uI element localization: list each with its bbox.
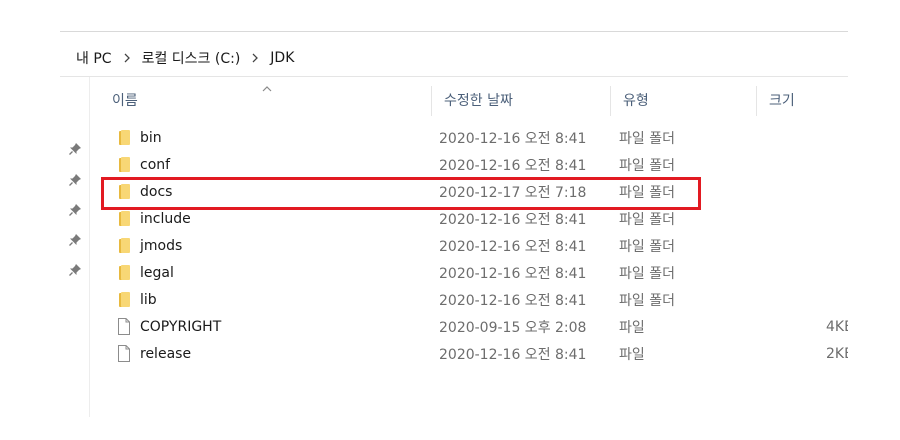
file-type: 파일 폴더 [619, 157, 675, 174]
breadcrumb-item-local-disk[interactable]: 로컬 디스크 (C:) [140, 48, 243, 68]
file-name: lib [140, 291, 157, 308]
file-date: 2020-09-15 오후 2:08 [439, 319, 587, 336]
file-type: 파일 [619, 346, 645, 363]
breadcrumb-item-this-pc[interactable]: 내 PC [74, 48, 114, 68]
file-size [810, 259, 848, 286]
file-name: release [140, 345, 192, 362]
chevron-right-icon[interactable] [246, 49, 264, 67]
pin-icon[interactable] [66, 231, 84, 249]
column-header-name[interactable]: 이름 [100, 84, 430, 116]
folder-icon [119, 184, 130, 199]
column-header-type[interactable]: 유형 [611, 84, 756, 116]
file-type: 파일 폴더 [619, 184, 675, 201]
file-size [810, 205, 848, 232]
file-name: conf [140, 156, 171, 173]
file-name: COPYRIGHT [140, 318, 222, 335]
file-name: docs [140, 183, 173, 200]
list-item[interactable]: include 2020-12-16 오전 8:41 파일 폴더 [100, 205, 848, 232]
folder-icon [119, 265, 130, 280]
pin-icon[interactable] [66, 201, 84, 219]
file-name: legal [140, 264, 174, 281]
file-type: 파일 폴더 [619, 130, 675, 147]
list-item[interactable]: docs 2020-12-17 오전 7:18 파일 폴더 [100, 178, 848, 205]
list-item[interactable]: COPYRIGHT 2020-09-15 오후 2:08 파일 4KB [100, 313, 848, 340]
folder-icon [119, 130, 130, 145]
file-type: 파일 폴더 [619, 265, 675, 282]
file-size: 2KB [826, 345, 848, 362]
file-date: 2020-12-16 오전 8:41 [439, 238, 587, 255]
list-item[interactable]: bin 2020-12-16 오전 8:41 파일 폴더 [100, 124, 848, 151]
list-item[interactable]: lib 2020-12-16 오전 8:41 파일 폴더 [100, 286, 848, 313]
file-type: 파일 폴더 [619, 211, 675, 228]
folder-icon [119, 157, 130, 172]
folder-icon [119, 211, 130, 226]
list-item[interactable]: jmods 2020-12-16 오전 8:41 파일 폴더 [100, 232, 848, 259]
file-date: 2020-12-16 오전 8:41 [439, 211, 587, 228]
file-type: 파일 폴더 [619, 238, 675, 255]
list-item[interactable]: conf 2020-12-16 오전 8:41 파일 폴더 [100, 151, 848, 178]
file-date: 2020-12-16 오전 8:41 [439, 346, 587, 363]
list-item[interactable]: legal 2020-12-16 오전 8:41 파일 폴더 [100, 259, 848, 286]
pin-icon[interactable] [66, 261, 84, 279]
file-icon [118, 345, 130, 362]
file-type: 파일 폴더 [619, 292, 675, 309]
pin-icon[interactable] [66, 140, 84, 158]
file-size [810, 286, 848, 313]
navigation-pane-divider[interactable] [89, 77, 90, 417]
file-size [810, 232, 848, 259]
pin-icon[interactable] [66, 171, 84, 189]
chevron-right-icon[interactable] [118, 49, 136, 67]
address-bar-divider [60, 76, 848, 77]
file-date: 2020-12-16 오전 8:41 [439, 130, 587, 147]
file-icon [118, 318, 130, 335]
file-name: include [140, 210, 191, 227]
column-header-row: 이름 수정한 날짜 유형 크기 [100, 84, 848, 116]
file-size [810, 151, 848, 178]
file-type: 파일 [619, 319, 645, 336]
file-name: jmods [140, 237, 183, 254]
list-item[interactable]: release 2020-12-16 오전 8:41 파일 2KB [100, 340, 848, 367]
window-top-border [60, 31, 848, 32]
file-size [810, 178, 848, 205]
file-date: 2020-12-16 오전 8:41 [439, 265, 587, 282]
folder-icon [119, 292, 130, 307]
column-header-date[interactable]: 수정한 날짜 [432, 84, 610, 116]
breadcrumb[interactable]: 내 PC 로컬 디스크 (C:) JDK [74, 47, 296, 69]
file-size [810, 124, 848, 151]
column-header-size[interactable]: 크기 [757, 84, 848, 116]
file-date: 2020-12-16 오전 8:41 [439, 157, 587, 174]
file-date: 2020-12-17 오전 7:18 [439, 184, 587, 201]
file-name: bin [140, 129, 162, 146]
folder-icon [119, 238, 130, 253]
breadcrumb-item-jdk[interactable]: JDK [268, 50, 296, 66]
file-date: 2020-12-16 오전 8:41 [439, 292, 587, 309]
file-size: 4KB [826, 318, 848, 335]
